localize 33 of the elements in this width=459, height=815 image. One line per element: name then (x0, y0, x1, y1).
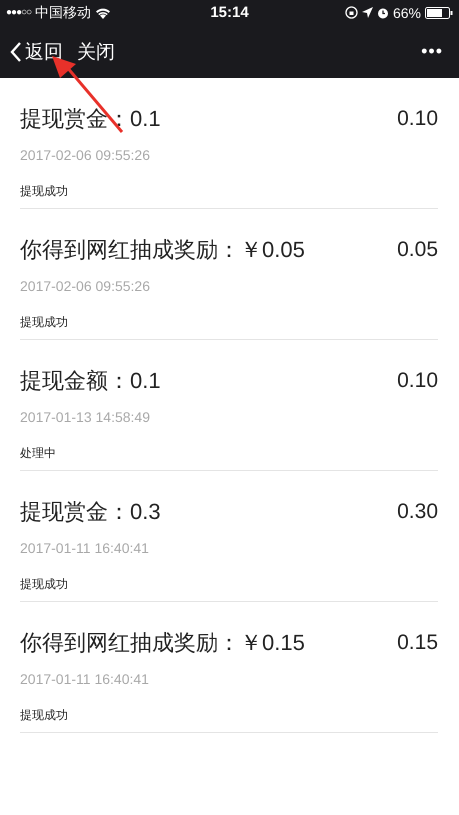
clock-time: 15:14 (210, 4, 249, 21)
back-button[interactable]: 返回 (10, 38, 69, 64)
record-status: 处理中 (20, 445, 57, 462)
record-time: 2017-02-06 09:55:26 (20, 278, 151, 294)
close-button[interactable]: 关闭 (77, 38, 121, 64)
record-time: 2017-01-11 16:40:41 (20, 540, 150, 556)
record-status: 提现成功 (20, 183, 69, 200)
wifi-icon (95, 6, 112, 18)
back-chevron-icon (10, 40, 22, 62)
more-button[interactable]: ••• (421, 41, 449, 62)
record-status: 提现成功 (20, 576, 69, 593)
battery-icon (425, 6, 453, 18)
record-status: 提现成功 (20, 314, 69, 331)
record-amount: 0.10 (397, 369, 438, 393)
signal-dots: ●●●○○ (6, 7, 32, 18)
record-title: 提现赏金：0.1 (20, 105, 161, 133)
record-amount: 0.05 (397, 238, 438, 262)
location-arrow-icon (362, 7, 373, 18)
record-amount: 0.30 (397, 500, 438, 524)
record-amount: 0.10 (397, 107, 438, 131)
record-time: 2017-01-11 16:40:41 (20, 671, 150, 687)
record-amount: 0.15 (397, 631, 438, 655)
record-title: 你得到网红抽成奖励：￥0.05 (20, 236, 305, 264)
record-time: 2017-01-13 14:58:49 (20, 409, 151, 425)
record-title: 提现金额：0.1 (20, 367, 161, 395)
record-title: 你得到网红抽成奖励：￥0.15 (20, 629, 305, 657)
record-status: 提现成功 (20, 707, 69, 724)
record-title: 提现赏金：0.3 (20, 498, 161, 526)
rotation-lock-icon (344, 6, 358, 19)
record-time: 2017-02-06 09:55:26 (20, 147, 151, 163)
carrier-name: 中国移动 (35, 4, 92, 22)
battery-percent: 66% (392, 4, 421, 20)
alarm-icon (376, 6, 389, 18)
